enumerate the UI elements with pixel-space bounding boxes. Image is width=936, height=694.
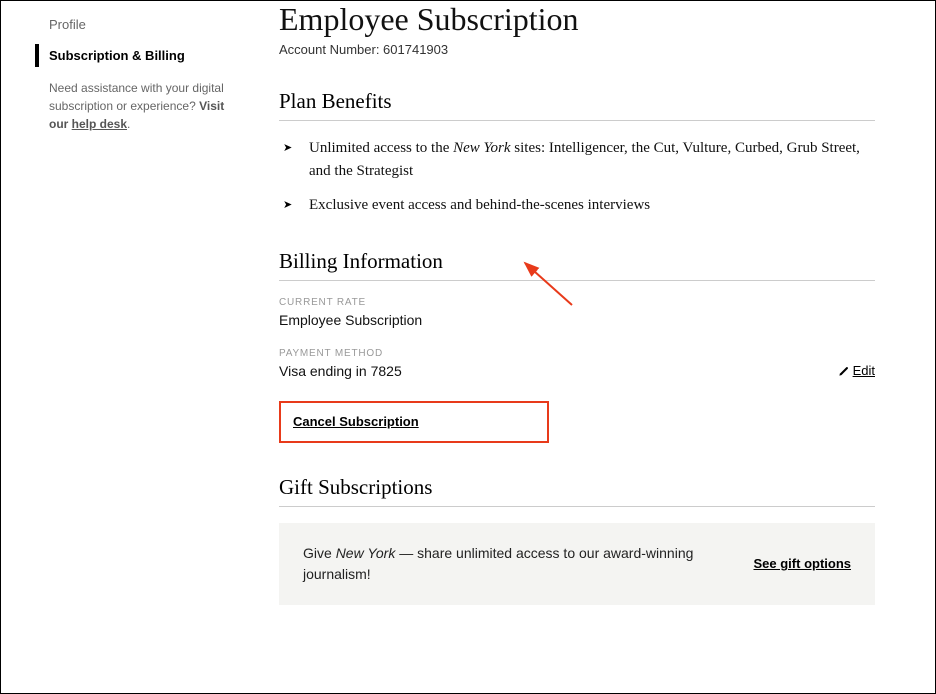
page-title: Employee Subscription <box>279 1 875 38</box>
sidebar-item-subscription-billing[interactable]: Subscription & Billing <box>35 44 227 67</box>
cancel-subscription-link[interactable]: Cancel Subscription <box>293 414 419 429</box>
pencil-icon <box>838 365 849 376</box>
payment-method-value: Visa ending in 7825 <box>279 363 402 379</box>
gift-box: Give New York — share unlimited access t… <box>279 523 875 605</box>
gift-subscriptions-section: Gift Subscriptions Give New York — share… <box>279 475 875 605</box>
gift-text: Give New York — share unlimited access t… <box>303 543 730 585</box>
see-gift-options-link[interactable]: See gift options <box>754 556 852 571</box>
payment-method-label: PAYMENT METHOD <box>279 348 875 359</box>
help-prefix: Need assistance with your digital subscr… <box>49 81 224 113</box>
gift-subscriptions-heading: Gift Subscriptions <box>279 475 875 507</box>
billing-information-section: Billing Information CURRENT RATE Employe… <box>279 249 875 443</box>
plan-benefits-heading: Plan Benefits <box>279 89 875 121</box>
benefits-list: Unlimited access to the New York sites: … <box>279 137 875 217</box>
current-rate-value: Employee Subscription <box>279 312 875 328</box>
cancel-subscription-highlight: Cancel Subscription <box>279 401 549 443</box>
plan-benefits-section: Plan Benefits Unlimited access to the Ne… <box>279 89 875 217</box>
billing-information-heading: Billing Information <box>279 249 875 281</box>
edit-payment-link[interactable]: Edit <box>838 363 875 378</box>
benefit-item: Exclusive event access and behind-the-sc… <box>289 194 875 217</box>
benefit-item: Unlimited access to the New York sites: … <box>289 137 875 182</box>
sidebar-help-text: Need assistance with your digital subscr… <box>49 79 227 133</box>
help-desk-link[interactable]: help desk <box>72 117 127 131</box>
sidebar-item-profile[interactable]: Profile <box>49 13 227 36</box>
current-rate-label: CURRENT RATE <box>279 297 875 308</box>
sidebar: Profile Subscription & Billing Need assi… <box>1 1 251 693</box>
main-content: Employee Subscription Account Number: 60… <box>251 1 935 693</box>
account-number: Account Number: 601741903 <box>279 42 875 57</box>
